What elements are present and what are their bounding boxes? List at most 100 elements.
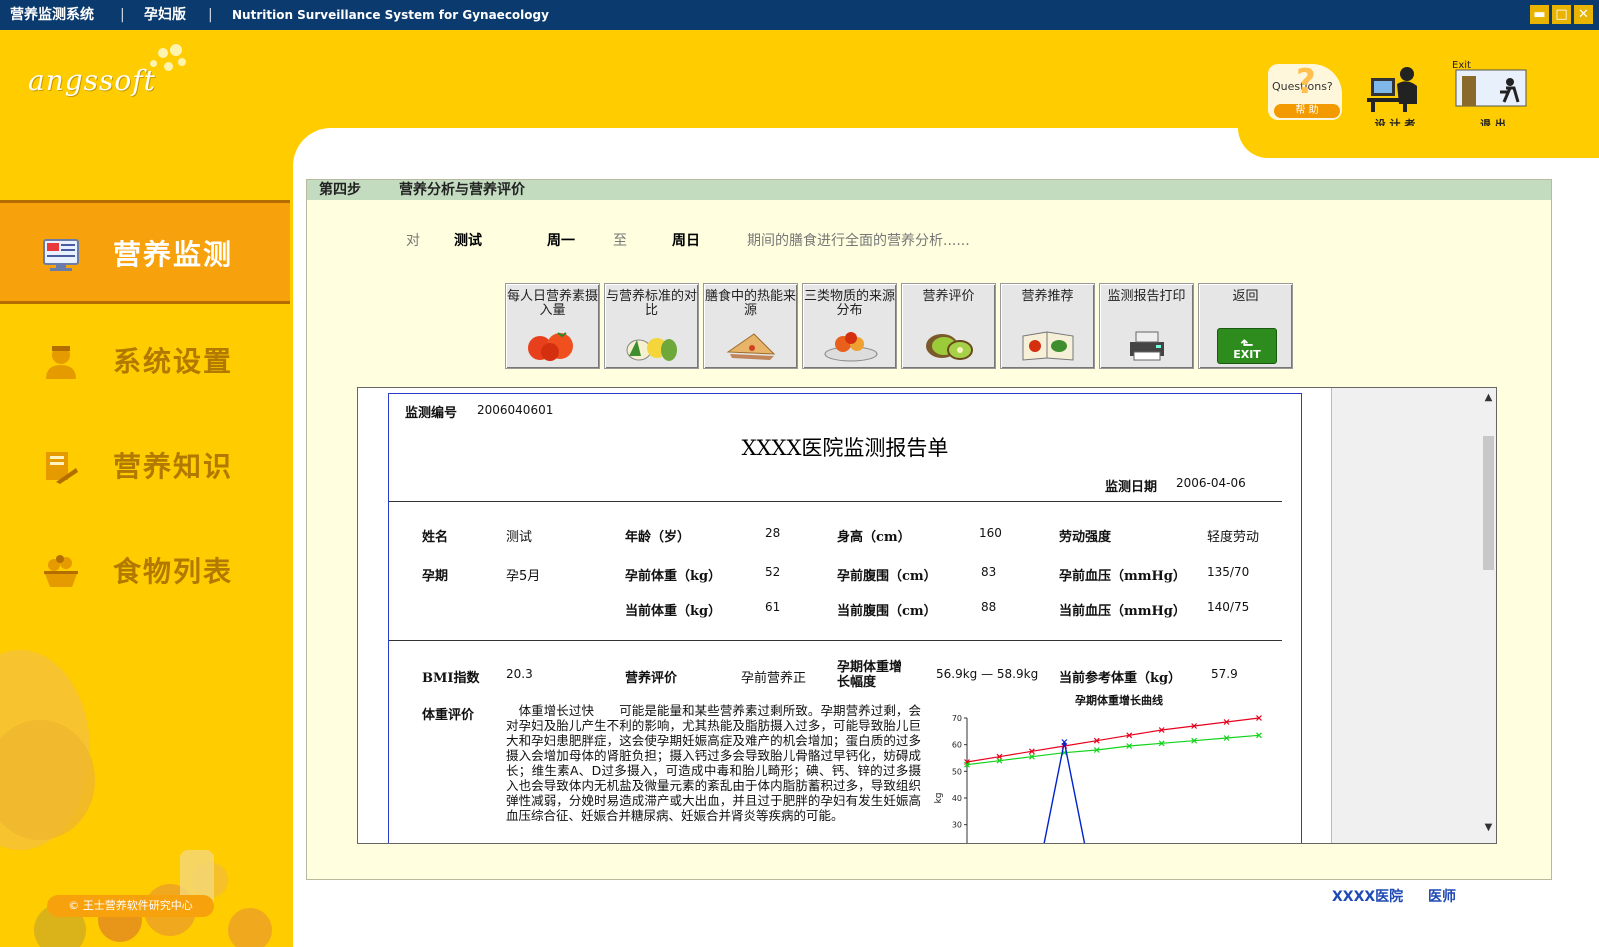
scroll-down-icon[interactable]: ▼ [1481, 822, 1496, 833]
standard-compare-button[interactable]: 与营养标准的对比 [604, 283, 699, 369]
height-value: 160 [979, 526, 1002, 540]
report-id-label: 监测编号 [405, 406, 458, 421]
print-report-button[interactable]: 监测报告打印 [1099, 283, 1194, 369]
report-title: XXXX医院监测报告单 [741, 436, 949, 460]
name-value: 测试 [506, 530, 533, 545]
pre-waist-label: 孕前腹围（cm） [837, 569, 937, 584]
vegetables-icon [626, 338, 677, 361]
step-number: 第四步 [319, 182, 361, 198]
step-header: 第四步 营养分析与营养评价 [307, 180, 1551, 200]
sidebar-item-nutrition-monitor[interactable]: 营养监测 [0, 200, 290, 304]
report-date-label: 监测日期 [1105, 480, 1158, 495]
sidebar-item-label: 系统设置 [113, 345, 234, 378]
window-title-en: Nutrition Surveillance System for Gynaec… [232, 8, 549, 22]
range-prefix: 对 [406, 233, 420, 249]
chart-series-line [966, 717, 1260, 763]
nutri-eval-value: 孕前营养正 [741, 671, 807, 686]
pre-weight-value: 52 [765, 565, 781, 579]
minimize-button[interactable]: ▬ [1530, 5, 1549, 24]
exit-icon: ⬑ EXIT [1217, 328, 1277, 364]
tomato-icon [528, 332, 573, 361]
footer-doctor-link[interactable]: 医师 [1428, 886, 1456, 906]
weight-eval-label: 体重评价 [422, 708, 475, 723]
step-title: 营养分析与营养评价 [399, 182, 525, 198]
chart-y-tick-label: 40 [952, 794, 962, 803]
period-label: 孕期 [422, 569, 449, 584]
maximize-button[interactable]: □ [1552, 5, 1571, 24]
cur-weight-label: 当前体重（kg） [625, 604, 722, 619]
pre-bp-label: 孕前血压（mmHg） [1059, 569, 1186, 584]
range-to: 至 [613, 233, 627, 249]
ref-weight-value: 57.9 [1211, 667, 1238, 681]
printer-icon [1130, 331, 1164, 361]
window-title-app: 营养监测系统 [10, 7, 94, 23]
help-icon: Questions? ? 帮 助 [1268, 62, 1342, 120]
cur-waist-value: 88 [981, 600, 997, 614]
nutrition-recommend-button[interactable]: 营养推荐 [1000, 283, 1095, 369]
report-side-pane [1331, 388, 1482, 843]
exit-caption: Exit [1452, 60, 1471, 71]
basket-icon [44, 555, 78, 587]
cur-bp-value: 140/75 [1207, 600, 1250, 614]
nutrient-intake-button[interactable]: 每人日营养素摄入量 [505, 283, 600, 369]
person-icon [46, 346, 76, 379]
cur-weight-value: 61 [765, 600, 781, 614]
range-description: 期间的膳食进行全面的营养分析...... [747, 233, 970, 249]
age-value: 28 [765, 526, 781, 540]
labor-label: 劳动强度 [1059, 530, 1112, 545]
energy-source-button[interactable]: 膳食中的热能来源 [703, 283, 798, 369]
scroll-thumb[interactable] [1483, 436, 1494, 570]
ref-weight-label: 当前参考体重（kg） [1059, 671, 1182, 686]
dish-icon [824, 332, 878, 362]
close-button[interactable]: ✕ [1574, 5, 1593, 24]
pre-waist-value: 83 [981, 565, 997, 579]
report-sheet: 监测编号 2006040601 XXXX医院监测报告单 监测日期 2006-04… [388, 393, 1302, 843]
chart-series-line [1043, 741, 1086, 843]
chart-y-tick-label: 70 [952, 714, 962, 723]
gain-range-value: 56.9kg — 58.9kg [936, 667, 1039, 681]
chart-y-tick-label: 60 [952, 741, 962, 750]
report-viewer[interactable]: 监测编号 2006040601 XXXX医院监测报告单 监测日期 2006-04… [357, 387, 1497, 844]
sidebar-item-label: 食物列表 [113, 555, 234, 588]
period-value: 孕5月 [506, 569, 541, 584]
age-label: 年龄（岁） [625, 530, 691, 545]
chart-series-line [966, 734, 1260, 766]
pre-weight-label: 孕前体重（kg） [625, 569, 722, 584]
monitor-icon [43, 239, 79, 271]
sidebar: 营养监测 系统设置 营养知识 食物列表 [0, 200, 290, 947]
pre-bp-value: 135/70 [1207, 565, 1250, 579]
sidebar-item-nutrition-knowledge[interactable]: 营养知识 [0, 415, 290, 513]
labor-value: 轻度劳动 [1207, 530, 1260, 545]
logo: angssoft [28, 44, 228, 114]
sidebar-item-label: 营养知识 [113, 450, 234, 483]
vertical-scrollbar[interactable]: ▲ ▼ [1481, 388, 1496, 843]
nutrition-evaluation-button[interactable]: 营养评价 [901, 283, 996, 369]
chart-y-label: kg [934, 793, 944, 804]
sandwich-icon [726, 333, 776, 360]
range-end: 周日 [672, 233, 700, 249]
range-start: 周一 [547, 233, 575, 249]
sidebar-item-food-list[interactable]: 食物列表 [0, 520, 290, 618]
title-separator: | [120, 7, 125, 23]
cur-waist-label: 当前腹围（cm） [837, 604, 937, 619]
help-label: 帮 助 [1274, 104, 1340, 118]
logo-text: angssoft [28, 64, 156, 97]
footer-hospital-link[interactable]: XXXX医院 [1332, 886, 1403, 906]
return-button[interactable]: 返回 ⬑ EXIT [1198, 283, 1293, 369]
report-id-value: 2006040601 [477, 403, 554, 417]
chart-y-tick-label: 50 [952, 767, 962, 776]
designer-icon [1367, 67, 1417, 112]
recipe-book-icon [1022, 331, 1074, 361]
cur-bp-label: 当前血压（mmHg） [1059, 604, 1186, 619]
range-name: 测试 [454, 233, 482, 249]
designer-button[interactable]: 设 计 者 [1352, 60, 1438, 132]
exit-button[interactable]: Exit 退 出 [1450, 60, 1536, 132]
three-nutrients-source-button[interactable]: 三类物质的来源分布 [802, 283, 897, 369]
bmi-label: BMI指数 [422, 671, 480, 686]
sidebar-item-system-settings[interactable]: 系统设置 [0, 310, 290, 408]
nutri-eval-label: 营养评价 [625, 671, 678, 686]
help-button[interactable]: Questions? ? 帮 助 [1262, 60, 1348, 132]
scroll-up-icon[interactable]: ▲ [1481, 392, 1496, 403]
kiwi-icon [926, 334, 973, 360]
window-title-edition: 孕妇版 [144, 7, 186, 23]
